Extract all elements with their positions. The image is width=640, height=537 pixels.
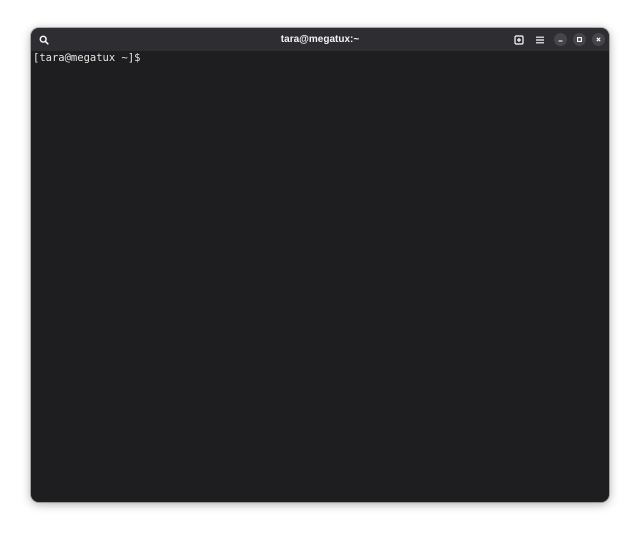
shell-prompt: [tara@megatux ~]$ xyxy=(33,52,141,64)
new-tab-button[interactable] xyxy=(510,31,527,48)
minimize-icon xyxy=(558,40,563,42)
terminal-output[interactable]: [tara@megatux ~]$ xyxy=(31,51,609,502)
headerbar: tara@megatux:~ xyxy=(31,28,609,51)
maximize-button[interactable] xyxy=(573,33,586,46)
terminal-window: tara@megatux:~ [tara@megatux ~]$ xyxy=(31,28,609,502)
new-tab-icon xyxy=(513,34,524,45)
close-button[interactable] xyxy=(592,33,605,46)
hamburger-menu-icon xyxy=(535,36,544,43)
main-menu-button[interactable] xyxy=(531,31,548,48)
close-icon xyxy=(596,37,601,42)
minimize-button[interactable] xyxy=(554,33,567,46)
maximize-icon xyxy=(577,37,582,42)
